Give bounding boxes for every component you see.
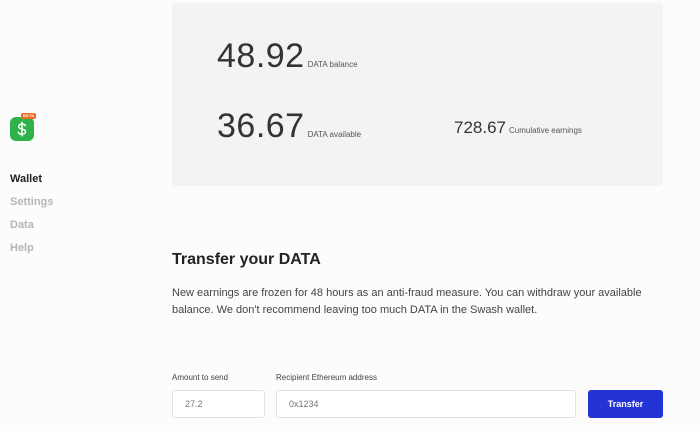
balance-card: 48.92 DATA balance 36.67 DATA available … <box>172 3 663 186</box>
transfer-description: New earnings are frozen for 48 hours as … <box>172 287 642 316</box>
sidebar-item-wallet[interactable]: Wallet <box>10 172 53 195</box>
cumulative-earnings-value: 728.67 <box>454 118 506 137</box>
data-available-value: 36.67 <box>217 107 305 145</box>
recipient-address-label: Recipient Ethereum address <box>276 373 377 382</box>
recipient-address-input[interactable] <box>276 390 576 418</box>
dollar-sign-icon <box>17 121 27 137</box>
transfer-button[interactable]: Transfer <box>588 390 663 418</box>
sidebar-nav: Wallet Settings Data Help <box>10 172 53 264</box>
data-balance-value: 48.92 <box>217 37 305 75</box>
cumulative-earnings-stat: 728.67 Cumulative earnings <box>454 118 582 138</box>
data-available-stat: 36.67 DATA available <box>217 107 361 146</box>
wallet-page: BETA Wallet Settings Data Help 48.92 DAT… <box>0 0 700 431</box>
swash-logo[interactable] <box>10 117 34 141</box>
data-balance-stat: 48.92 DATA balance <box>217 37 358 76</box>
sidebar-item-data[interactable]: Data <box>10 218 53 241</box>
transfer-title: Transfer your DATA <box>172 251 321 268</box>
data-balance-label: DATA balance <box>307 60 358 69</box>
beta-badge: BETA <box>21 113 37 119</box>
cumulative-earnings-label: Cumulative earnings <box>509 126 582 135</box>
sidebar-item-help[interactable]: Help <box>10 241 53 264</box>
data-available-label: DATA available <box>307 130 362 139</box>
sidebar-item-settings[interactable]: Settings <box>10 195 53 218</box>
amount-label: Amount to send <box>172 373 229 382</box>
amount-input[interactable] <box>172 390 265 418</box>
